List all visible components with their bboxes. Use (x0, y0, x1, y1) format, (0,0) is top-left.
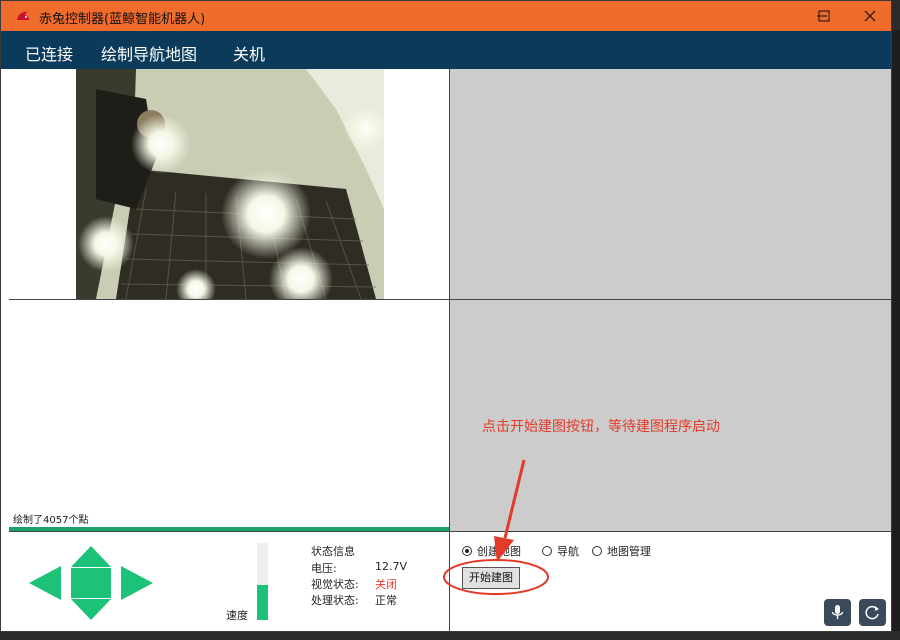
vision-status-label: 视觉状态: (311, 578, 359, 591)
menu-bar: 已连接 绘制导航地图 关机 (1, 31, 891, 69)
camera-feed (76, 69, 384, 299)
status-heading: 状态信息 (311, 545, 355, 558)
arrow-left-icon[interactable] (29, 566, 61, 600)
vision-status-value: 关闭 (375, 578, 397, 591)
rabbit-icon (17, 11, 29, 20)
direction-pad (29, 546, 153, 620)
microphone-button[interactable] (824, 599, 851, 626)
refresh-button[interactable] (859, 599, 886, 626)
radio-dot (592, 546, 602, 556)
start-mapping-button[interactable]: 开始建图 (462, 567, 520, 589)
maximize-button[interactable] (801, 1, 847, 31)
map-progress-bar (9, 527, 449, 531)
microphone-icon (831, 605, 844, 619)
speed-label: 速度 (226, 609, 248, 622)
radio-label: 创建地图 (477, 545, 521, 558)
process-status-label: 处理状态: (311, 594, 359, 607)
window-title: 赤兔控制器(蓝鲸智能机器人) (39, 12, 206, 27)
menu-connected[interactable]: 已连接 (25, 41, 73, 65)
radio-dot (542, 546, 552, 556)
radio-navigation[interactable]: 导航 (542, 543, 579, 559)
close-icon (864, 10, 876, 22)
close-button[interactable] (847, 1, 893, 31)
radio-label: 导航 (557, 545, 579, 558)
speed-slider[interactable] (257, 543, 268, 620)
voltage-value: 12.7V (375, 560, 408, 573)
app-window: 赤兔控制器(蓝鲸智能机器人) 已连接 绘制导航地图 关机 绘制了4057个點 速… (0, 0, 892, 633)
process-status-value: 正常 (375, 594, 397, 607)
horizontal-divider-bottom (9, 531, 891, 532)
background-bottom (0, 631, 900, 640)
refresh-icon (865, 605, 879, 620)
menu-shutdown[interactable]: 关机 (233, 41, 265, 65)
radio-map-management[interactable]: 地图管理 (592, 543, 651, 559)
speed-slider-fill (257, 585, 268, 620)
radio-create-map[interactable]: 创建地图 (462, 543, 521, 559)
radio-dot (462, 546, 472, 556)
dpad-center[interactable] (71, 568, 111, 598)
arrow-down-icon[interactable] (71, 599, 111, 620)
title-bar: 赤兔控制器(蓝鲸智能机器人) (1, 1, 891, 31)
map-view-top (450, 69, 891, 299)
menu-draw-nav-map[interactable]: 绘制导航地图 (101, 41, 197, 65)
camera-image (76, 69, 384, 299)
maximize-icon (818, 10, 830, 22)
horizontal-divider-top (9, 299, 891, 300)
radio-label: 地图管理 (607, 545, 651, 558)
voltage-label: 电压: (311, 562, 337, 575)
points-count-text: 绘制了4057个點 (13, 515, 89, 526)
arrow-up-icon[interactable] (71, 546, 111, 567)
arrow-right-icon[interactable] (121, 566, 153, 600)
annotation-text: 点击开始建图按钮，等待建图程序启动 (482, 419, 720, 435)
map-progress-fill (9, 527, 449, 531)
vertical-divider (449, 69, 450, 633)
